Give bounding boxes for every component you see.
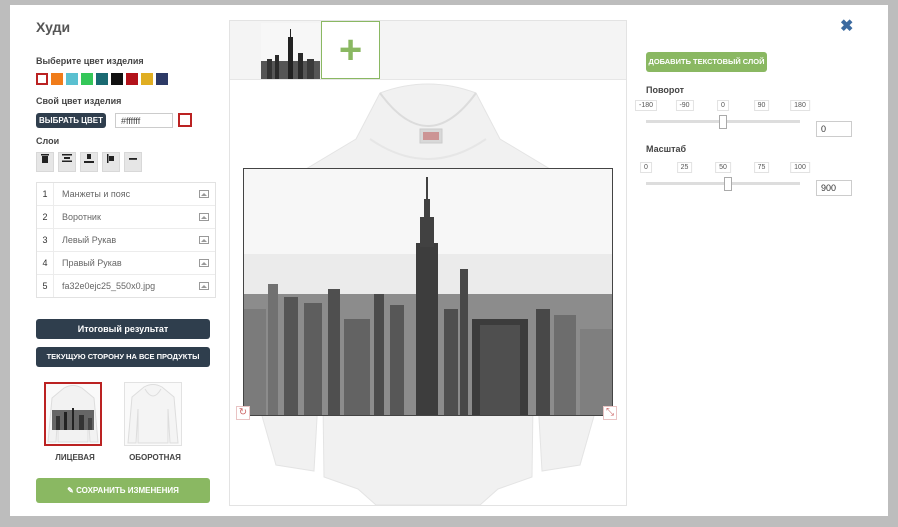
layers-label: Слои (36, 136, 60, 146)
artwork-layer[interactable] (243, 168, 613, 416)
layer-number: 3 (37, 229, 54, 251)
rotation-tick: 180 (790, 100, 810, 111)
scale-slider[interactable]: 0 25 50 75 100 (640, 162, 810, 192)
minus-icon[interactable] (124, 152, 142, 172)
image-icon (199, 213, 209, 221)
layer-name: Правый Рукав (62, 258, 122, 268)
close-icon[interactable]: ✖ (840, 16, 853, 36)
rotation-tick: -180 (634, 100, 658, 111)
scale-value-field[interactable]: 900 (816, 180, 852, 196)
scale-tick: 50 (715, 162, 731, 173)
swatch-teal[interactable] (96, 73, 108, 85)
layer-number: 2 (37, 206, 54, 228)
layer-number: 4 (37, 252, 54, 274)
image-tabs-strip: + (230, 21, 626, 80)
layer-row[interactable]: 1 Манжеты и пояс (37, 183, 215, 206)
swatch-green[interactable] (81, 73, 93, 85)
rotation-knob[interactable] (719, 115, 727, 129)
scale-tick: 25 (676, 162, 693, 173)
rotation-tick: 90 (753, 100, 770, 111)
layer-name: Манжеты и пояс (62, 189, 131, 199)
color-label: Выберите цвет изделия (36, 56, 144, 66)
rotation-slider[interactable]: -180 -90 0 90 180 (634, 100, 810, 130)
swatch-light-blue[interactable] (66, 73, 78, 85)
scale-knob[interactable] (723, 177, 732, 191)
rotation-value-field[interactable]: 0 (816, 121, 852, 137)
design-canvas: + ↻ ⤡ (229, 20, 627, 506)
layer-toolbar (36, 152, 142, 172)
image-icon (199, 190, 209, 198)
scale-tick: 0 (640, 162, 652, 173)
layers-list: 1 Манжеты и пояс 2 Воротник 3 Левый Рукав 4… (36, 182, 216, 298)
add-text-layer-button[interactable]: ДОБАВИТЬ ТЕКСТОВЫЙ СЛОЙ (646, 52, 767, 72)
apply-all-products-button[interactable]: ТЕКУЩУЮ СТОРОНУ НА ВСЕ ПРОДУКТЫ (36, 347, 210, 367)
front-side-label: ЛИЦЕВАЯ (55, 453, 95, 462)
image-icon (199, 259, 209, 267)
color-swatches (36, 73, 168, 85)
image-icon (199, 236, 209, 244)
dialog-title: Худи (36, 19, 71, 35)
image-icon (199, 282, 209, 290)
final-result-button[interactable]: Итоговый результат (36, 319, 210, 339)
pick-color-button[interactable]: ВЫБРАТЬ ЦВЕТ (36, 113, 106, 128)
layer-name: fa32e0ejc25_550x0.jpg (62, 281, 156, 291)
add-image-button[interactable]: + (321, 21, 380, 79)
scale-tick: 75 (753, 162, 770, 173)
swatch-yellow[interactable] (141, 73, 153, 85)
align-top-icon[interactable] (58, 152, 76, 172)
layer-name: Левый Рукав (62, 235, 117, 245)
layer-number: 5 (37, 275, 54, 297)
align-left-icon[interactable] (102, 152, 120, 172)
layer-number: 1 (37, 183, 54, 205)
layer-row[interactable]: 2 Воротник (37, 206, 215, 229)
rotation-label: Поворот (646, 85, 685, 95)
layer-row[interactable]: 5 fa32e0ejc25_550x0.jpg (37, 275, 215, 297)
align-bottom-icon[interactable] (80, 152, 98, 172)
rotate-handle-icon[interactable]: ↻ (236, 406, 250, 420)
swatch-orange[interactable] (51, 73, 63, 85)
back-side-label: ОБОРОТНАЯ (129, 453, 181, 462)
swatch-white[interactable] (36, 73, 48, 85)
swatch-black[interactable] (111, 73, 123, 85)
rotation-tick: -90 (675, 100, 694, 111)
trash-icon[interactable] (36, 152, 54, 172)
rotation-tick: 0 (717, 100, 729, 111)
scale-tick: 100 (790, 162, 810, 173)
front-side-thumbnail[interactable] (44, 382, 102, 446)
layer-name: Воротник (62, 212, 101, 222)
resize-handle-icon[interactable]: ⤡ (603, 406, 617, 420)
custom-color-label: Свой цвет изделия (36, 96, 122, 106)
save-icon: ✎ (67, 486, 74, 495)
swatch-red[interactable] (126, 73, 138, 85)
back-side-thumbnail[interactable] (124, 382, 182, 446)
layer-row[interactable]: 3 Левый Рукав (37, 229, 215, 252)
color-preview[interactable] (178, 113, 192, 127)
swatch-navy[interactable] (156, 73, 168, 85)
editor-dialog: Худи ✖ Выберите цвет изделия Свой цвет и… (10, 5, 888, 516)
save-label: СОХРАНИТЬ ИЗМЕНЕНИЯ (76, 486, 179, 495)
layer-row[interactable]: 4 Правый Рукав (37, 252, 215, 275)
hex-color-field[interactable]: #ffffff (115, 113, 173, 128)
save-changes-button[interactable]: ✎ СОХРАНИТЬ ИЗМЕНЕНИЯ (36, 478, 210, 503)
scale-label: Масштаб (646, 144, 687, 154)
image-tab-city[interactable] (261, 23, 320, 79)
